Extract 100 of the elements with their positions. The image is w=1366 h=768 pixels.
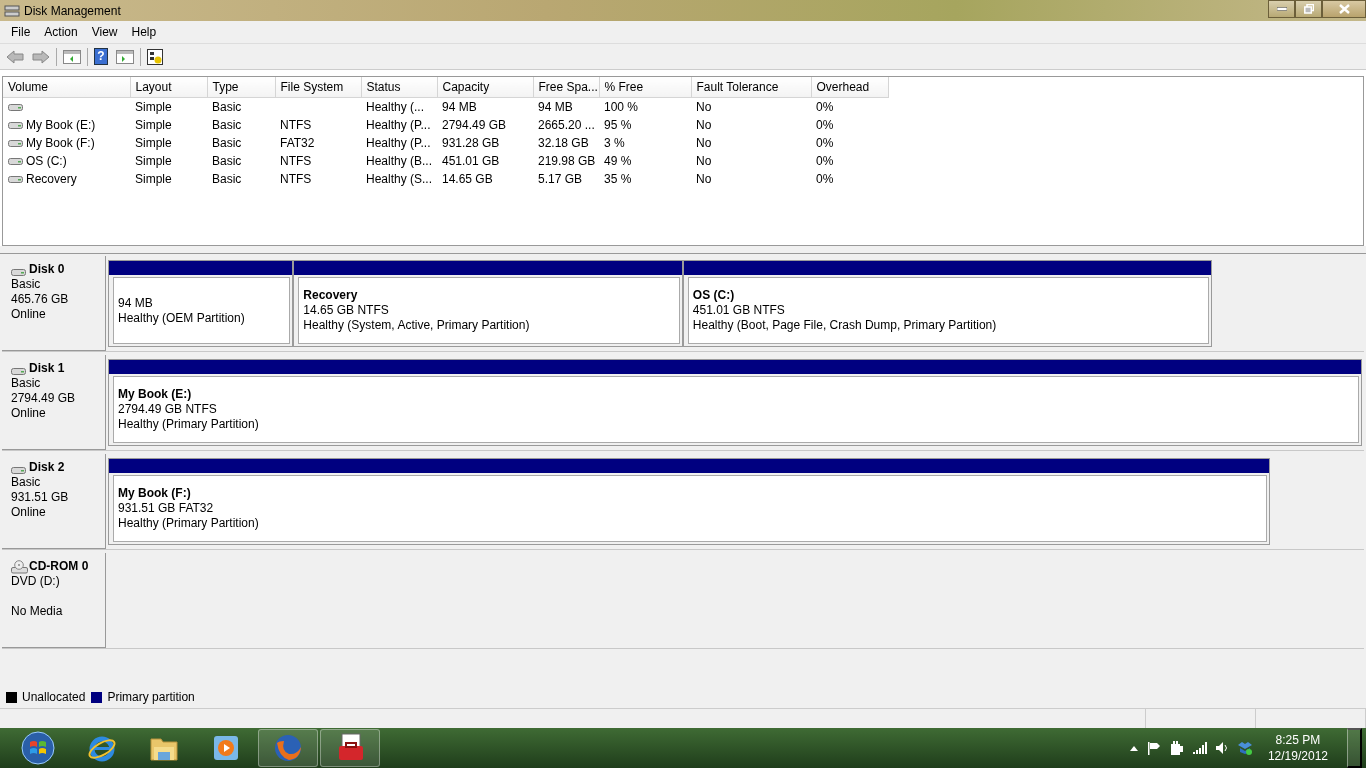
partition-status: Healthy (Boot, Page File, Crash Dump, Primary Partition) [692, 318, 998, 333]
disk-type: Basic [11, 475, 42, 490]
column-header[interactable]: % Free [599, 77, 691, 98]
table-cell: 0% [816, 172, 834, 186]
partition-block[interactable]: Recovery 14.65 GB NTFS Healthy (System, Active, Primary Partition) [293, 260, 683, 347]
legend-label: Unallocated [22, 689, 86, 706]
table-cell: Healthy (P... [366, 136, 431, 150]
disk-status: Online [11, 307, 47, 322]
table-cell: 0% [816, 118, 834, 132]
disk-size: 465.76 GB [11, 292, 70, 307]
column-header[interactable]: Fault Tolerance [691, 77, 811, 98]
table-cell: 0% [816, 154, 834, 168]
power-plug-icon[interactable] [1169, 740, 1184, 756]
partition-name: My Book (E:) [118, 387, 193, 402]
table-cell: Simple [135, 136, 172, 150]
drive-icon [8, 102, 23, 112]
disk-info-panel[interactable]: Disk 0 Basic 465.76 GB Online [2, 256, 106, 351]
table-cell: NTFS [280, 154, 312, 168]
drive-icon [8, 156, 23, 166]
minimize-button[interactable] [1268, 0, 1295, 18]
disk-info-panel[interactable]: CD-ROM 0 DVD (D:) No Media [2, 553, 106, 648]
disk-size: 931.51 GB [11, 490, 70, 505]
restore-button[interactable] [1295, 0, 1322, 18]
table-cell: 32.18 GB [538, 136, 589, 150]
table-cell: No [696, 118, 712, 132]
table-cell: No [696, 154, 712, 168]
column-header[interactable]: Free Spa... [533, 77, 599, 98]
menu-item[interactable]: File [4, 21, 38, 43]
table-cell: Basic [212, 118, 242, 132]
table-cell: Simple [135, 172, 172, 186]
table-cell: FAT32 [280, 136, 315, 150]
drive-icon [8, 174, 23, 184]
table-cell: Simple [135, 100, 172, 114]
disk-name: Disk 0 [29, 262, 65, 277]
column-header[interactable]: Status [361, 77, 437, 98]
table-cell: 0% [816, 100, 834, 114]
menu-item[interactable]: Help [124, 21, 164, 43]
table-cell: 3 % [604, 136, 625, 150]
table-cell: NTFS [280, 172, 312, 186]
forward-arrow-icon[interactable] [32, 49, 50, 64]
help-button[interactable]: ? [94, 48, 108, 65]
table-cell: Basic [212, 100, 242, 114]
disk-type: Basic [11, 277, 42, 292]
partition-size: 14.65 GB NTFS [303, 303, 390, 318]
column-header[interactable]: Overhead [811, 77, 888, 98]
table-cell: 35 % [604, 172, 632, 186]
column-header[interactable]: File System [275, 77, 361, 98]
properties-icon[interactable] [147, 48, 163, 65]
partition-status: Healthy (System, Active, Primary Partition) [303, 318, 531, 333]
table-cell: No [696, 100, 712, 114]
globe-fox-icon [273, 733, 303, 763]
table-cell: 94 MB [538, 100, 573, 114]
close-button[interactable] [1322, 0, 1366, 18]
column-header[interactable]: Capacity [437, 77, 533, 98]
column-header[interactable]: Type [207, 77, 275, 98]
clock-date[interactable]: 12/19/2012 [1267, 748, 1328, 764]
table-cell: Healthy (P... [366, 118, 431, 132]
table-cell: Basic [212, 172, 242, 186]
clock-time[interactable]: 8:25 PM [1275, 732, 1321, 748]
taskbar-button[interactable] [320, 729, 380, 767]
partition-block[interactable]: My Book (E:) 2794.49 GB NTFS Healthy (Primary Partition) [108, 359, 1362, 446]
column-header[interactable]: Volume [3, 77, 130, 98]
table-cell: Simple [135, 154, 172, 168]
open-box-icon[interactable] [1236, 741, 1253, 755]
disk-status: Online [11, 505, 47, 520]
menu-item[interactable]: View [84, 21, 125, 43]
show-desktop-button[interactable] [1347, 728, 1362, 768]
table-cell: 95 % [604, 118, 632, 132]
window-title: Disk Management [24, 2, 121, 20]
disk-name: Disk 2 [29, 460, 65, 475]
disk-info-panel[interactable]: Disk 2 Basic 931.51 GB Online [2, 454, 106, 549]
table-cell: 2794.49 GB [442, 118, 507, 132]
table-cell: 49 % [604, 154, 632, 168]
partition-block[interactable]: My Book (F:) 931.51 GB FAT32 Healthy (Primary Partition) [108, 458, 1270, 545]
up-arrow-icon[interactable] [1129, 745, 1138, 751]
disk-name: CD-ROM 0 [29, 559, 89, 574]
table-cell: No [696, 172, 712, 186]
disk-info-panel[interactable]: Disk 1 Basic 2794.49 GB Online [2, 355, 106, 450]
optical-drive-icon [11, 560, 28, 574]
drive-icon [11, 366, 28, 376]
menu-item[interactable]: Action [37, 21, 85, 43]
table-cell: 219.98 GB [538, 154, 596, 168]
partition-status: Healthy (Primary Partition) [118, 417, 260, 432]
back-arrow-icon[interactable] [6, 49, 24, 64]
table-cell: 451.01 GB [442, 154, 500, 168]
speaker-icon[interactable] [1215, 741, 1228, 755]
table-cell: Basic [212, 154, 242, 168]
flag-icon[interactable] [1146, 741, 1161, 755]
partition-name: OS (C:) [692, 288, 736, 303]
partition-size: 94 MB [118, 295, 154, 311]
start-button-icon[interactable] [21, 731, 55, 765]
column-header[interactable]: Layout [130, 77, 207, 98]
pane-icon[interactable] [116, 49, 134, 64]
partition-block[interactable]: OS (C:) 451.01 GB NTFS Healthy (Boot, Page File, Crash Dump, Primary Partition) [682, 260, 1212, 347]
signal-bars-icon[interactable] [1192, 742, 1207, 754]
disk-management-icon [4, 3, 20, 18]
partition-block[interactable]: 94 MB Healthy (OEM Partition) [108, 260, 294, 347]
pane-icon[interactable] [63, 49, 81, 64]
table-cell: 100 % [604, 100, 639, 114]
disk-type: Basic [11, 376, 42, 391]
